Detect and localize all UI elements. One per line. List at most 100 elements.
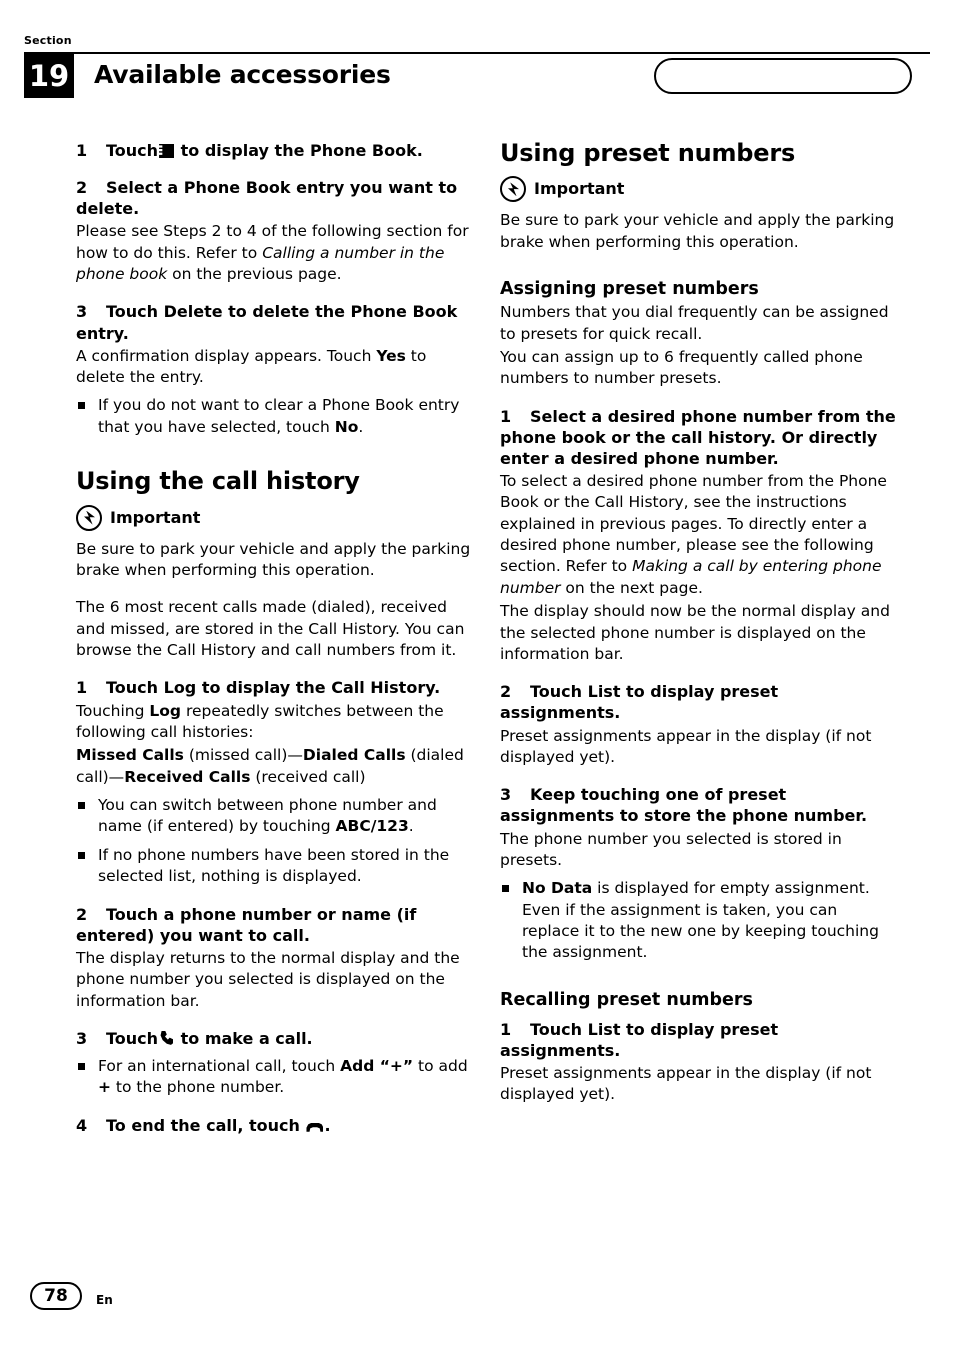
header-capsule-decoration (654, 58, 912, 94)
step-number: 2 (76, 904, 88, 924)
step-text: Touch Log to display the Call History. (106, 678, 441, 698)
ui-term: Log (149, 701, 182, 720)
page-header: Section 19 Available accessories (24, 28, 930, 98)
step-number: 1 (76, 141, 88, 160)
text-run: If you do not want to clear a Phone Book… (98, 396, 460, 436)
text-run: . (408, 817, 414, 836)
step-3: 3 Touch Delete to delete the Phone Book e… (76, 301, 474, 343)
call-history-list: Missed Calls (missed call)—Dialed Calls … (76, 745, 474, 788)
ui-term: ABC/123 (335, 817, 409, 836)
step-text-cont: to make a call. (180, 1028, 313, 1048)
language-code: En (96, 1293, 113, 1307)
step-number: 3 (500, 785, 512, 805)
step-text: Touch List to display preset assignments… (500, 1019, 779, 1060)
important-notice-header: Important (76, 504, 474, 531)
text-run: . (358, 417, 364, 436)
step-2-body: Please see Steps 2 to 4 of the following… (76, 221, 474, 285)
recall-step-1-body: Preset assignments appear in the display… (500, 1064, 872, 1104)
important-notice-header: Important (500, 176, 898, 203)
section-number-badge: 19 (24, 54, 74, 98)
call-history-step-2: 2 Touch a phone number or name (if entere… (76, 904, 474, 946)
subheading-recalling-preset-numbers: Recalling preset numbers (500, 989, 753, 1010)
text-run: on the previous page. (167, 265, 342, 284)
call-history-step-1: 1 Touch Log to display the Call History. (76, 677, 474, 698)
ui-term: Missed Calls (76, 746, 184, 765)
step-1: 1 Touch to display the Phone Book. (76, 140, 474, 161)
header-rule (24, 52, 930, 54)
step-text: Touch (106, 141, 159, 160)
assigning-body-1: Numbers that you dial frequently can be … (500, 303, 889, 343)
section-label: Section (24, 34, 72, 47)
ui-term: Yes (376, 346, 406, 365)
text-run: to the phone number. (111, 1078, 285, 1097)
important-icon (76, 504, 102, 531)
step-number: 1 (500, 1019, 512, 1039)
call-history-note-1: You can switch between phone number and … (76, 795, 474, 838)
step-text: Keep touching one of preset assignments … (500, 785, 868, 826)
step-3-note: If you do not want to clear a Phone Book… (76, 395, 474, 438)
ui-term: Dialed Calls (302, 746, 406, 765)
step-number: 3 (76, 302, 88, 322)
step-3-body: A confirmation display appears. Touch Ye… (76, 346, 474, 389)
call-history-intro: The 6 most recent calls made (dialed), r… (76, 598, 465, 660)
step-text: Touch List to display preset assignments… (500, 682, 779, 723)
text-run: Touching (76, 701, 150, 720)
text-run: A confirmation display appears. Touch (76, 346, 377, 365)
phone-book-icon (159, 144, 175, 158)
text-run: on the next page. (560, 578, 703, 597)
page-title: Available accessories (94, 60, 391, 89)
subheading-assigning-preset-numbers: Assigning preset numbers (500, 279, 759, 300)
assign-step-2: 2 Touch List to display preset assignment… (500, 681, 898, 723)
assign-step-1-body: To select a desired phone number from th… (500, 471, 898, 599)
assign-step-3: 3 Keep touching one of preset assignments… (500, 784, 898, 826)
end-call-icon (306, 1121, 323, 1132)
ui-term: No (334, 417, 359, 436)
text-run: For an international call, touch (98, 1057, 341, 1075)
assign-step-3-body: The phone number you selected is stored … (500, 829, 842, 869)
heading-using-call-history: Using the call history (76, 467, 360, 496)
important-label: Important (534, 179, 625, 199)
document-page: Section 19 Available accessories 1 Touch … (0, 0, 954, 1352)
step-number: 1 (76, 678, 88, 698)
step-text-cont: . (324, 1115, 331, 1135)
step-text: To end the call, touch (106, 1115, 300, 1135)
step-number: 3 (76, 1028, 88, 1048)
step-text: Touch (106, 1028, 159, 1048)
call-history-step-3: 3 Touch to make a call. (76, 1028, 474, 1049)
ui-term: No Data (522, 879, 593, 898)
assign-step-1-body-2: The display should now be the normal dis… (500, 602, 890, 663)
step-2: 2 Select a Phone Book entry you want to d… (76, 177, 474, 219)
page-number-badge: 78 (30, 1282, 82, 1310)
step-text: Touch a phone number or name (if entered… (76, 904, 417, 945)
assigning-body-2: You can assign up to 6 frequently called… (500, 347, 863, 388)
assign-step-2-body: Preset assignments appear in the display… (500, 726, 872, 766)
ui-term: + (98, 1078, 111, 1097)
important-body: Be sure to park your vehicle and apply t… (76, 539, 471, 579)
call-history-step-2-body: The display returns to the normal displa… (76, 948, 460, 1010)
text-run: (missed call)— (183, 746, 303, 765)
step-number: 2 (76, 178, 88, 198)
step-number: 4 (76, 1115, 88, 1135)
step-text: Select a Phone Book entry you want to de… (76, 178, 458, 219)
step-text-cont: to display the Phone Book. (180, 141, 423, 160)
important-label: Important (110, 507, 201, 527)
step-text: Select a desired phone number from the p… (500, 406, 896, 468)
call-history-note-2: If no phone numbers have been stored in … (76, 845, 474, 888)
step-text: Touch Delete to delete the Phone Book en… (76, 302, 458, 343)
call-history-step-4: 4 To end the call, touch . (76, 1115, 474, 1136)
assign-step-1: 1 Select a desired phone number from the … (500, 406, 898, 469)
handset-call-icon (159, 1031, 174, 1046)
text-run: to add (413, 1057, 468, 1075)
ui-term: Received Calls (124, 767, 251, 786)
left-column: 1 Touch to display the Phone Book. 2 Selec… (76, 140, 474, 1136)
assign-step-3-note: No Data is displayed for empty assignmen… (500, 878, 898, 964)
page-footer: 78 En (30, 1282, 113, 1310)
step-number: 2 (500, 682, 512, 702)
call-history-step-3-note: For an international call, touch Add “+”… (76, 1056, 474, 1099)
right-column: Using preset numbers Important Be sure t… (500, 140, 898, 1106)
text-run: (received call) (250, 767, 366, 786)
important-icon (500, 176, 526, 203)
step-number: 1 (500, 406, 512, 426)
important-body: Be sure to park your vehicle and apply t… (500, 211, 895, 251)
ui-term: Add “+” (340, 1057, 414, 1075)
